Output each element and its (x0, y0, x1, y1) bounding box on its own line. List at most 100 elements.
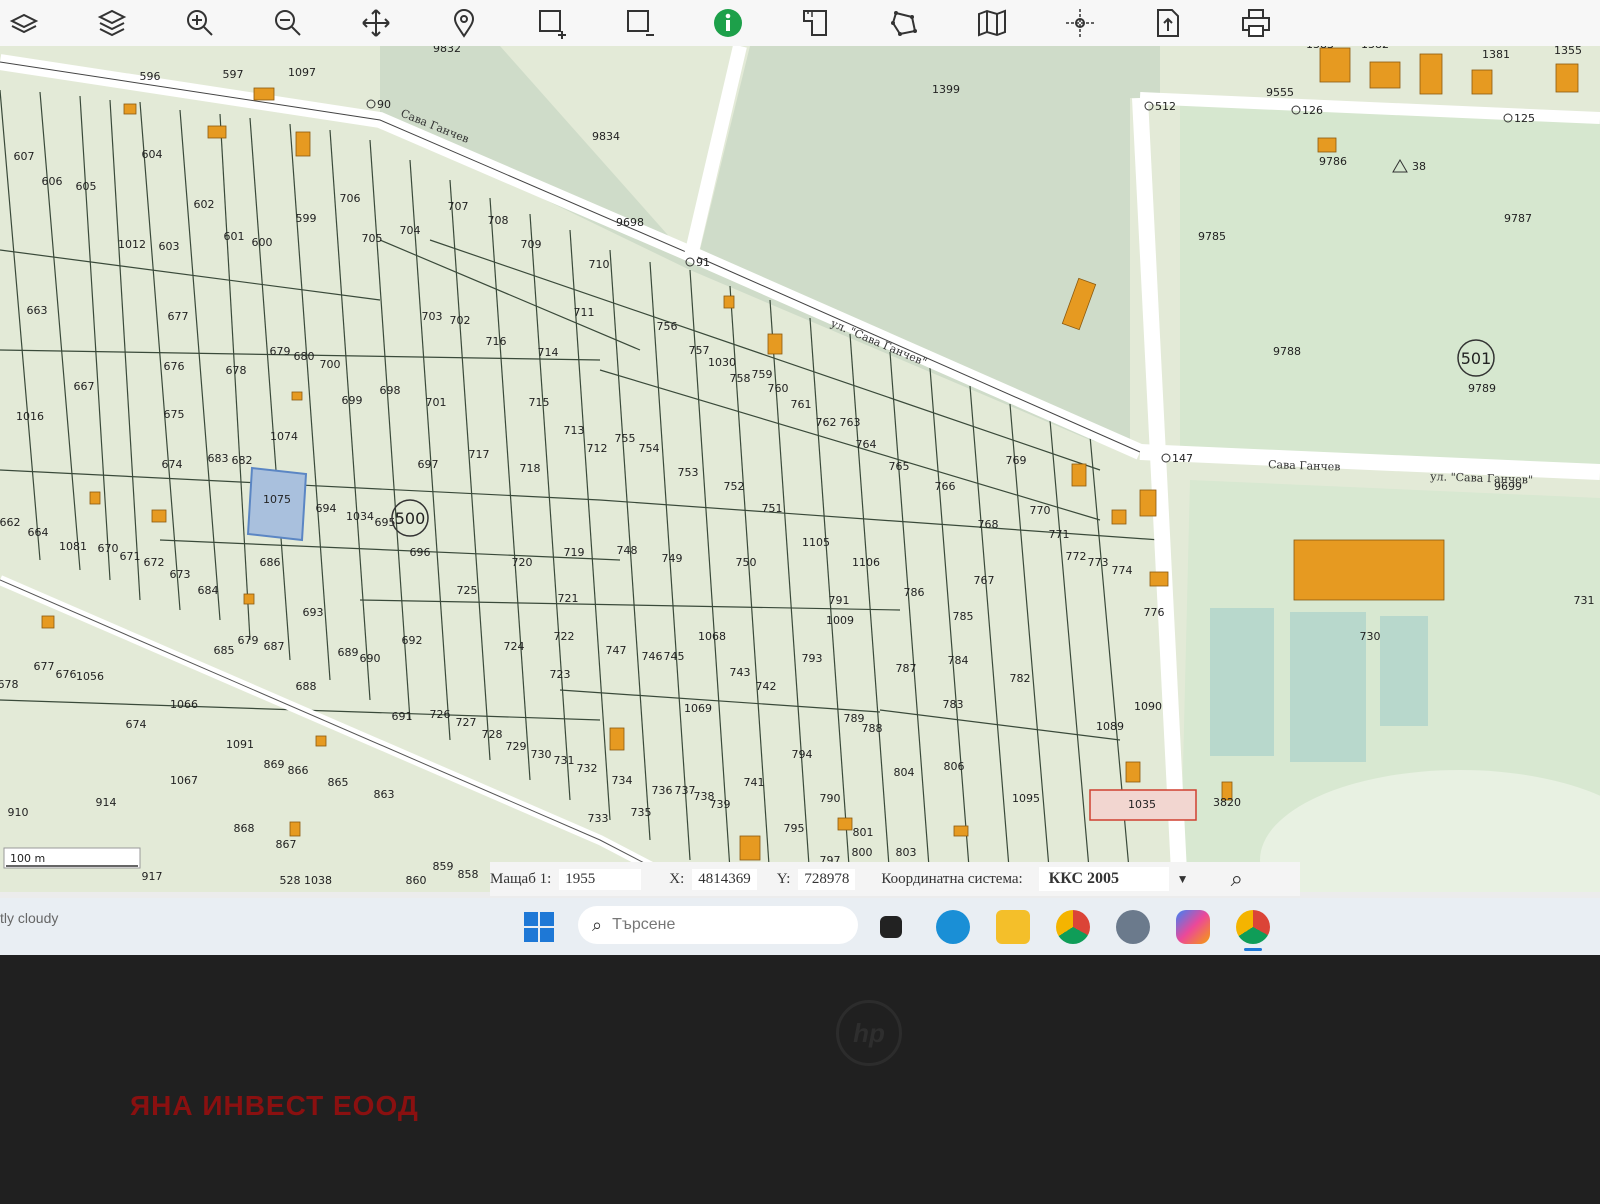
parcel-label-708[interactable]: 708 (488, 214, 509, 227)
parcel-label-702[interactable]: 702 (450, 314, 471, 327)
map-book-icon[interactable] (972, 3, 1012, 43)
parcel-label-528[interactable]: 528 (280, 874, 301, 887)
parcel-label-9555[interactable]: 9555 (1266, 86, 1294, 99)
chrome-icon[interactable] (1056, 910, 1090, 944)
parcel-label-788[interactable]: 788 (862, 722, 883, 735)
export-icon[interactable] (1148, 3, 1188, 43)
parcel-label-606[interactable]: 606 (42, 175, 63, 188)
parcel-label-742[interactable]: 742 (756, 680, 777, 693)
parcel-label-676[interactable]: 676 (164, 360, 185, 373)
parcel-label-914[interactable]: 914 (96, 796, 117, 809)
parcel-label-917[interactable]: 917 (142, 870, 163, 883)
windows-start-icon[interactable] (524, 912, 554, 942)
task-view-icon[interactable] (880, 916, 902, 938)
parcel-label-784[interactable]: 784 (948, 654, 969, 667)
parcel-label-689[interactable]: 689 (338, 646, 359, 659)
parcel-label-776[interactable]: 776 (1144, 606, 1165, 619)
parcel-label-691[interactable]: 691 (392, 710, 413, 723)
parcel-label-697[interactable]: 697 (418, 458, 439, 471)
parcel-label-721[interactable]: 721 (558, 592, 579, 605)
parcel-label-673[interactable]: 673 (170, 568, 191, 581)
parcel-label-690[interactable]: 690 (360, 652, 381, 665)
parcel-label-1381[interactable]: 1381 (1482, 48, 1510, 61)
parcel-label-761[interactable]: 761 (791, 398, 812, 411)
parcel-label-774[interactable]: 774 (1112, 564, 1133, 577)
parcel-label-704[interactable]: 704 (400, 224, 421, 237)
parcel-label-684[interactable]: 684 (198, 584, 219, 597)
parcel-label-759[interactable]: 759 (752, 368, 773, 381)
parcel-label-725[interactable]: 725 (457, 584, 478, 597)
parcel-label-734[interactable]: 734 (612, 774, 633, 787)
parcel-label-735[interactable]: 735 (631, 806, 652, 819)
parcel-label-750[interactable]: 750 (736, 556, 757, 569)
taskbar-search[interactable]: ⌕ Търсене (578, 906, 858, 944)
parcel-label-766[interactable]: 766 (935, 480, 956, 493)
parcel-label-1382[interactable]: 1382 (1361, 46, 1389, 51)
parcel-label-676[interactable]: 676 (56, 668, 77, 681)
parcel-label-670[interactable]: 670 (98, 542, 119, 555)
parcel-label-745[interactable]: 745 (664, 650, 685, 663)
parcel-label-737[interactable]: 737 (675, 784, 696, 797)
parcel-label-747[interactable]: 747 (606, 644, 627, 657)
parcel-label-714[interactable]: 714 (538, 346, 559, 359)
parcel-label-910[interactable]: 910 (8, 806, 29, 819)
parcel-label-1009[interactable]: 1009 (826, 614, 854, 627)
parcel-label-9787[interactable]: 9787 (1504, 212, 1532, 225)
parcel-label-727[interactable]: 727 (456, 716, 477, 729)
parcel-label-804[interactable]: 804 (894, 766, 915, 779)
parcel-label-688[interactable]: 688 (296, 680, 317, 693)
parcel-label-723[interactable]: 723 (550, 668, 571, 681)
parcel-label-671[interactable]: 671 (120, 550, 141, 563)
scale-value[interactable]: 1955 (559, 868, 642, 890)
parcel-label-859[interactable]: 859 (433, 860, 454, 873)
parcel-label-769[interactable]: 769 (1006, 454, 1027, 467)
parcel-label-1069[interactable]: 1069 (684, 702, 712, 715)
parcel-label-746[interactable]: 746 (642, 650, 663, 663)
parcel-label-733[interactable]: 733 (588, 812, 609, 825)
parcel-label-731[interactable]: 731 (1574, 594, 1595, 607)
parcel-label-693[interactable]: 693 (303, 606, 324, 619)
parcel-label-683[interactable]: 683 (208, 452, 229, 465)
parcel-label-1097[interactable]: 1097 (288, 66, 316, 79)
parcel-label-772[interactable]: 772 (1066, 550, 1087, 563)
parcel-label-678[interactable]: 678 (226, 364, 247, 377)
parcel-label-866[interactable]: 866 (288, 764, 309, 777)
parcel-label-869[interactable]: 869 (264, 758, 285, 771)
parcel-label-1038[interactable]: 1038 (304, 874, 332, 887)
parcel-label-9698[interactable]: 9698 (616, 216, 644, 229)
parcel-label-728[interactable]: 728 (482, 728, 503, 741)
parcel-label-754[interactable]: 754 (639, 442, 660, 455)
parcel-label-713[interactable]: 713 (564, 424, 585, 437)
parcel-label-1081[interactable]: 1081 (59, 540, 87, 553)
parcel-label-600[interactable]: 600 (252, 236, 273, 249)
parcel-label-760[interactable]: 760 (768, 382, 789, 395)
parcel-label-597[interactable]: 597 (223, 68, 244, 81)
measure-area-icon[interactable] (796, 3, 836, 43)
parcel-label-677[interactable]: 677 (168, 310, 189, 323)
parcel-label-701[interactable]: 701 (426, 396, 447, 409)
parcel-label-1383[interactable]: 1383 (1306, 46, 1334, 51)
parcel-label-599[interactable]: 599 (296, 212, 317, 225)
parcel-label-674[interactable]: 674 (126, 718, 147, 731)
parcel-label-707[interactable]: 707 (448, 200, 469, 213)
parcel-label-705[interactable]: 705 (362, 232, 383, 245)
parcel-label-710[interactable]: 710 (589, 258, 610, 271)
parcel-label-663[interactable]: 663 (27, 304, 48, 317)
parcel-label-715[interactable]: 715 (529, 396, 550, 409)
parcel-label-756[interactable]: 756 (657, 320, 678, 333)
parcel-label-764[interactable]: 764 (856, 438, 877, 451)
parcel-label-1089[interactable]: 1089 (1096, 720, 1124, 733)
layers-icon[interactable] (4, 3, 44, 43)
parcel-label-1091[interactable]: 1091 (226, 738, 254, 751)
parcel-label-602[interactable]: 602 (194, 198, 215, 211)
parcel-label-9786[interactable]: 9786 (1319, 155, 1347, 168)
parcel-label-1030[interactable]: 1030 (708, 356, 736, 369)
parcel-label-863[interactable]: 863 (374, 788, 395, 801)
parcel-label-865[interactable]: 865 (328, 776, 349, 789)
parcel-label-682[interactable]: 682 (232, 454, 253, 467)
parcel-label-752[interactable]: 752 (724, 480, 745, 493)
parcel-label-1035[interactable]: 1035 (1128, 798, 1156, 811)
parcel-label-1106[interactable]: 1106 (852, 556, 880, 569)
parcel-label-685[interactable]: 685 (214, 644, 235, 657)
parcel-label-730[interactable]: 730 (531, 748, 552, 761)
